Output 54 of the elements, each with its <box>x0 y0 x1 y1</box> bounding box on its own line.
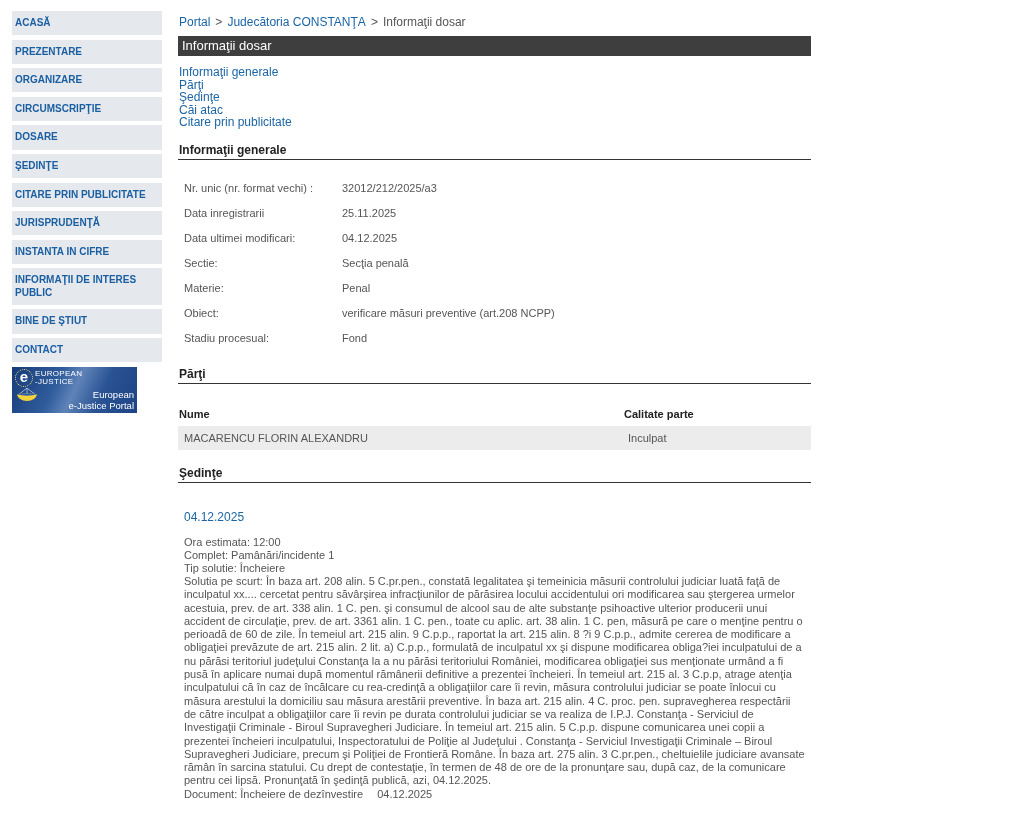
section-heading: Informaţii generale <box>179 143 287 157</box>
sidebar-item[interactable]: ACASĂ <box>12 11 162 36</box>
field-label: Materie: <box>184 281 225 294</box>
breadcrumb-link[interactable]: Portal <box>179 15 211 29</box>
hearing-summary: Solutia pe scurt: În baza art. 208 alin. 5 C.pr.pen., constată legalitatea şi temeinicia măsurii controlului judiciar luată faţă de inculpatul xx.... cercetat pentru săvârşirea infracţiunilor de părăsirea locului accidentului ori modificarea sau ştergerea urmelor acestuia, prev. de art. 338 alin. 1 C. pen. şi consumul de alcool sau de alte substanţe psihoactive ulterior producerii unui accident de circulaţie, prev. de art. 3361 alin. 1 C. pen., toate cu aplic. art. 38 alin. 1 C. pen, măsură pe care o menţine pentru o perioadă de 60 de zile. În temeiul art. 215 alin. 9 C.p.p., raportat la art. 215 alin. 8 ?i 9 C.p.p., admite cererea de modificare a obligaţiei prevăzute de art. 215 alin. 2 lit. a) C.p.p., formulată de inculpatul xx şi dispune modificarea obliga?iei inculpatului de a nu părăsi teritoriul judeţului Constanţa la a nu părăsi teritoriului României, modificarea obligaţiei sus menţionate urmând a fi pusă în aplicare numai după momentul rămânerii definitive a prezentei încheieri. În temeiul art. 215 al. 3 C.p.p, atrage atenţia inculpatului că în caz de încălcare cu rea-credinţă a obligaţiilor care îi revin, măsura controlului judiciar se poate înlocui cu măsura arestului la domiciliu sau măsura arestării preventive. În baza art. 215 alin. 4 C. proc. pen. supravegherea respectării de către inculpat a obligaţiilor care îi revin pe durata controlului judiciar se va realiza de I.P.J. Constanţa - Serviciul de Investigaţii Criminale - Biroul Supravegheri Judiciare. În temeiul art. 215 alin. 5 C.p.p. dispune comunicarea unei copii a prezentei încheieri inculpatului, Inspectoratului de Poliţie al Judeţului . Constanţa - Serviciul Investigaţii Criminale – Biroul Supravegheri Judiciare, precum şi Poliţiei de Frontieră Române. În baza art. 275 alin. 3 C.pr.pen., cheltuielile judiciare avansate rămân în sarcina statului. Cu drept de contestaţie, în termen de 48 de ore de la pronunţare sau, după caz, de la comunicare pentru cei lipsă. Pronunţată în şedinţă publică, azi, 04.12.2025. <box>184 575 805 788</box>
logo-wordmark: EUROPEAN -JUSTICE <box>35 369 83 387</box>
section-link[interactable]: Părţi <box>178 78 204 91</box>
document-date: 04.12.2025 <box>377 787 433 801</box>
hearing-detail: Tip solutie: Încheiere <box>184 562 286 574</box>
section-link[interactable]: Şedinţe <box>178 91 220 104</box>
field-value: Secţia penală <box>342 256 410 269</box>
field-value: 25.11.2025 <box>342 206 398 219</box>
field-value: Fond <box>342 331 369 344</box>
section-heading: Şedinţe <box>179 466 223 480</box>
section-link[interactable]: Informaţii generale <box>178 66 279 79</box>
sidebar-item[interactable]: DOSARE <box>12 125 162 150</box>
sidebar-item[interactable]: CIRCUMSCRIPŢIE <box>12 96 162 122</box>
sidebar-item[interactable]: ŞEDINŢE <box>12 153 162 179</box>
sidebar-item[interactable]: BINE DE ŞTIUT <box>12 309 162 334</box>
sidebar-item[interactable]: CITARE PRIN PUBLICITATE <box>12 182 162 207</box>
breadcrumb-current: Informaţii dosar <box>382 15 466 29</box>
breadcrumb-separator: > <box>370 15 378 29</box>
field-label: Nr. unic (nr. format vechi) : <box>184 181 314 194</box>
field-label: Sectie: <box>184 256 219 269</box>
sidebar-item[interactable]: INFORMAŢII DE INTERES PUBLIC <box>12 268 162 305</box>
breadcrumb-link[interactable]: Judecătoria CONSTANŢA <box>227 15 366 29</box>
column-header: Nume <box>179 408 210 420</box>
sidebar-item[interactable]: ORGANIZARE <box>12 68 162 93</box>
field-label: Data ultimei modificari: <box>184 231 297 244</box>
field-value: 32012/212/2025/a3 <box>342 181 438 194</box>
breadcrumb-separator: > <box>215 15 223 29</box>
section-link[interactable]: Citare prin publicitate <box>178 116 292 129</box>
table-cell: MACARENCU FLORIN ALEXANDRU <box>178 426 624 450</box>
field-label: Obiect: <box>184 306 220 319</box>
field-value: verificare măsuri preventive (art.208 NCPP) <box>342 306 556 319</box>
sidebar-item[interactable]: CONTACT <box>12 337 162 363</box>
column-header: Calitate parte <box>624 408 694 420</box>
hearing-date: 04.12.2025 <box>184 510 245 524</box>
sidebar-item[interactable]: INSTANTA IN CIFRE <box>12 239 162 265</box>
field-value: Penal <box>342 281 372 294</box>
field-label: Stadiu procesual: <box>184 331 270 344</box>
field-label: Data inregistrarii <box>184 206 266 219</box>
sidebar-item[interactable]: JURISPRUDENŢĂ <box>12 211 162 236</box>
emblem-icon <box>16 388 38 402</box>
field-value: 04.12.2025 <box>342 231 399 244</box>
banner-caption: European e-Justice Portal <box>68 390 134 412</box>
sidebar-item[interactable]: PREZENTARE <box>12 39 162 64</box>
document-name: Document: Încheiere de dezînvestire <box>184 787 364 801</box>
hearing-detail: Ora estimata: 12:00 <box>184 536 281 548</box>
page-title: Informaţii dosar <box>178 36 811 56</box>
section-link[interactable]: Căi atac <box>178 103 224 116</box>
section-heading: Părţi <box>179 367 206 381</box>
table-cell: Inculpat <box>624 426 811 450</box>
hearing-detail: Complet: Pamânări/incidente 1 <box>184 549 335 561</box>
